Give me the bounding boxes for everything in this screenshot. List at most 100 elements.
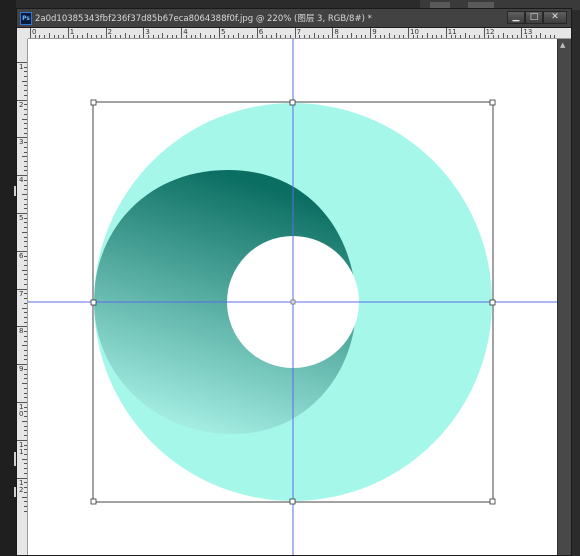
vertical-scrollbar[interactable]: ▲ xyxy=(557,39,571,555)
ruler-minor-tick xyxy=(24,146,27,148)
document-titlebar[interactable]: Ps 2a0d10385343fbf236f37d85b67eca8064388… xyxy=(17,9,571,28)
ruler-minor-tick xyxy=(138,35,140,38)
ruler-minor-tick xyxy=(535,35,537,38)
transform-handle-top-right[interactable] xyxy=(489,99,496,106)
ruler-minor-tick xyxy=(313,33,315,38)
ruler-minor-tick xyxy=(455,35,457,38)
ruler-minor-tick xyxy=(22,458,27,460)
ruler-minor-tick xyxy=(24,241,27,243)
ruler-minor-tick xyxy=(152,35,154,38)
ruler-minor-tick xyxy=(341,35,343,38)
document-window: Ps 2a0d10385343fbf236f37d85b67eca8064388… xyxy=(16,8,572,556)
ruler-corner[interactable] xyxy=(17,28,28,39)
ruler-minor-tick xyxy=(374,35,376,38)
ruler-minor-tick xyxy=(431,35,433,38)
transform-handle-bottom-center[interactable] xyxy=(289,498,296,505)
ruler-minor-tick xyxy=(24,274,27,276)
ruler-minor-tick xyxy=(24,472,27,474)
ruler-minor-tick xyxy=(129,35,131,38)
ruler-minor-tick xyxy=(22,231,27,233)
ruler-minor-tick xyxy=(24,425,27,427)
ruler-major-tick xyxy=(143,28,145,38)
ruler-major-tick xyxy=(521,28,523,38)
ruler-minor-tick xyxy=(346,35,348,38)
ruler-minor-tick xyxy=(190,35,192,38)
ruler-minor-tick xyxy=(223,35,225,38)
horizontal-ruler[interactable]: 0 1 2 3 4 5 6 7 8 9 10 11 12 13 xyxy=(28,28,571,39)
ruler-minor-tick xyxy=(24,165,27,167)
ruler-major-tick xyxy=(105,28,107,38)
maximize-button[interactable]: □ xyxy=(525,11,543,24)
ruler-minor-tick xyxy=(24,208,27,210)
ruler-minor-tick xyxy=(24,335,27,337)
ruler-minor-tick xyxy=(24,505,27,507)
ruler-minor-tick xyxy=(24,316,27,318)
ruler-minor-tick xyxy=(247,35,249,38)
ruler-minor-tick xyxy=(252,35,254,38)
document-title: 2a0d10385343fbf236f37d85b67eca8064388f0f… xyxy=(35,14,372,24)
ruler-minor-tick xyxy=(502,33,504,38)
ruler-minor-tick xyxy=(157,35,159,38)
ruler-minor-tick xyxy=(422,35,424,38)
ruler-minor-tick xyxy=(24,350,27,352)
ruler-major-tick xyxy=(256,28,258,38)
ruler-minor-tick xyxy=(318,35,320,38)
transform-handle-top-left[interactable] xyxy=(90,99,97,106)
ruler-minor-tick xyxy=(417,35,419,38)
ruler-minor-tick xyxy=(474,35,476,38)
ruler-minor-tick xyxy=(403,35,405,38)
ruler-minor-tick xyxy=(100,35,102,38)
ruler-minor-tick xyxy=(24,227,27,229)
ruler-minor-tick xyxy=(24,411,27,413)
ruler-minor-tick xyxy=(540,33,542,38)
ruler-minor-tick xyxy=(280,35,282,38)
ruler-minor-tick xyxy=(436,35,438,38)
transform-handle-center[interactable] xyxy=(290,299,296,305)
transform-handle-middle-left[interactable] xyxy=(90,299,97,306)
ruler-minor-tick xyxy=(412,35,414,38)
ruler-minor-tick xyxy=(24,501,27,503)
ruler-minor-tick xyxy=(24,482,27,484)
ruler-minor-tick xyxy=(237,33,239,38)
ruler-minor-tick xyxy=(261,35,263,38)
ruler-minor-tick xyxy=(289,35,291,38)
scroll-up-arrow-icon[interactable]: ▲ xyxy=(560,41,565,49)
ruler-minor-tick xyxy=(233,35,235,38)
ruler-minor-tick xyxy=(384,35,386,38)
ruler-minor-tick xyxy=(24,397,27,399)
ruler-minor-tick xyxy=(24,444,27,446)
ruler-minor-tick xyxy=(24,449,27,451)
ruler-minor-tick xyxy=(24,85,27,87)
ruler-minor-tick xyxy=(214,35,216,38)
ruler-major-tick xyxy=(332,28,334,38)
close-button[interactable]: ✕ xyxy=(543,11,567,24)
ruler-minor-tick xyxy=(24,298,27,300)
ruler-minor-tick xyxy=(228,35,230,38)
canvas[interactable] xyxy=(28,39,557,555)
ruler-minor-tick xyxy=(24,123,27,125)
transform-handle-middle-right[interactable] xyxy=(489,299,496,306)
ruler-minor-tick xyxy=(360,35,362,38)
ruler-major-tick xyxy=(67,28,69,38)
ruler-minor-tick xyxy=(393,35,395,38)
vertical-ruler[interactable]: 1 2 3 4 5 6 7 8 9 10 11 12 xyxy=(17,39,28,555)
ruler-minor-tick xyxy=(24,279,27,281)
ruler-minor-tick xyxy=(119,35,121,38)
ruler-minor-tick xyxy=(24,217,27,219)
ruler-minor-tick xyxy=(24,113,27,115)
ruler-minor-tick xyxy=(24,302,27,304)
ruler-minor-tick xyxy=(86,33,88,38)
transform-handle-bottom-right[interactable] xyxy=(489,498,496,505)
ruler-minor-tick xyxy=(24,71,27,73)
ruler-minor-tick xyxy=(22,307,27,309)
transform-handle-bottom-left[interactable] xyxy=(90,498,97,505)
transform-handle-top-center[interactable] xyxy=(289,99,296,106)
ruler-minor-tick xyxy=(24,222,27,224)
ruler-minor-tick xyxy=(24,487,27,489)
minimize-button[interactable]: ▁ xyxy=(507,11,525,24)
ruler-minor-tick xyxy=(356,35,358,38)
ruler-minor-tick xyxy=(304,35,306,38)
ruler-minor-tick xyxy=(24,368,27,370)
ruler-minor-tick xyxy=(204,35,206,38)
ruler-minor-tick xyxy=(398,35,400,38)
